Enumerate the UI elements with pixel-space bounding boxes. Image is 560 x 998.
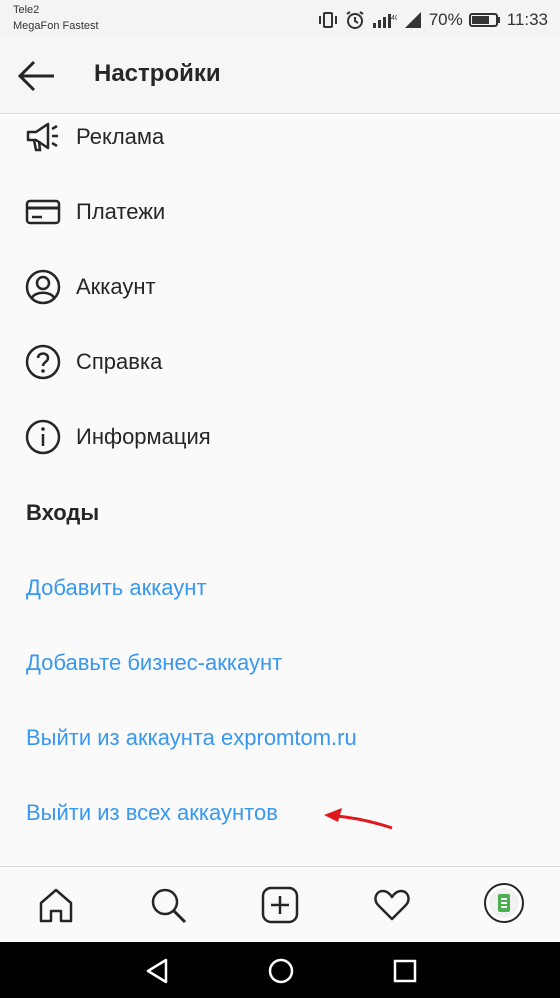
menu-label-info: Информация (76, 424, 211, 449)
home-icon (39, 888, 73, 923)
menu-label-payments: Платежи (76, 199, 166, 224)
help-circle-icon (24, 343, 62, 381)
profile-avatar-icon (498, 894, 510, 912)
menu-item-help[interactable]: Справка (0, 332, 560, 392)
status-bar: Tele2 MegaFon Fastest 4G 70% (0, 0, 560, 38)
annotation-arrow-icon (324, 808, 393, 830)
avatar (489, 888, 519, 918)
menu-item-ads[interactable]: Реклама (0, 107, 560, 167)
carrier-primary: Tele2 (13, 4, 40, 16)
battery-icon (468, 13, 500, 27)
carrier-secondary: MegaFon Fastest (13, 20, 99, 32)
menu-item-payments[interactable]: Платежи (0, 182, 560, 242)
nav-back-button[interactable] (142, 956, 172, 986)
menu-label-help: Справка (76, 349, 163, 374)
circle-home-icon (268, 958, 294, 984)
nav-home-button[interactable] (266, 956, 296, 986)
back-button[interactable] (14, 56, 60, 96)
megaphone-icon (24, 118, 62, 156)
add-post-icon (261, 886, 299, 924)
nav-recents-button[interactable] (390, 956, 420, 986)
wifi-signal-icon: 4G (372, 14, 397, 28)
android-nav-bar (0, 942, 560, 998)
add-business-account-link[interactable]: Добавьте бизнес-аккаунт (26, 650, 282, 676)
app-header: Настройки (0, 38, 560, 114)
settings-list: Реклама Платежи Аккаунт Справка Информац… (0, 115, 560, 865)
triangle-back-icon (146, 958, 168, 984)
search-icon (151, 888, 187, 924)
logout-all-accounts-link[interactable]: Выйти из всех аккаунтов (26, 800, 278, 826)
tab-activity[interactable] (372, 885, 412, 925)
info-circle-icon (24, 418, 62, 456)
vibrate-icon (318, 12, 337, 28)
menu-item-account[interactable]: Аккаунт (0, 257, 560, 317)
logout-account-link[interactable]: Выйти из аккаунта expromtom.ru (26, 725, 357, 751)
tab-new-post[interactable] (260, 885, 300, 925)
menu-label-account: Аккаунт (76, 274, 156, 299)
tab-search[interactable] (148, 885, 188, 925)
logins-section-title: Входы (26, 500, 100, 525)
back-arrow-icon (17, 60, 54, 92)
tab-profile[interactable] (484, 883, 524, 923)
cell-signal-icon (404, 12, 421, 28)
user-circle-icon (24, 268, 62, 306)
menu-item-info[interactable]: Информация (0, 407, 560, 467)
heart-icon (374, 889, 410, 921)
menu-label-ads: Реклама (76, 124, 165, 149)
svg-text:4G: 4G (391, 15, 397, 22)
page-title: Настройки (94, 60, 221, 87)
credit-card-icon (24, 193, 62, 231)
battery-percentage: 70% (428, 10, 463, 29)
bottom-tab-bar (0, 866, 560, 942)
status-indicators: 4G 70% 11:33 (317, 9, 548, 31)
square-recents-icon (393, 959, 417, 983)
tab-home[interactable] (36, 885, 76, 925)
add-account-link[interactable]: Добавить аккаунт (26, 575, 207, 601)
alarm-icon (346, 11, 364, 29)
clock-time: 11:33 (506, 10, 548, 29)
